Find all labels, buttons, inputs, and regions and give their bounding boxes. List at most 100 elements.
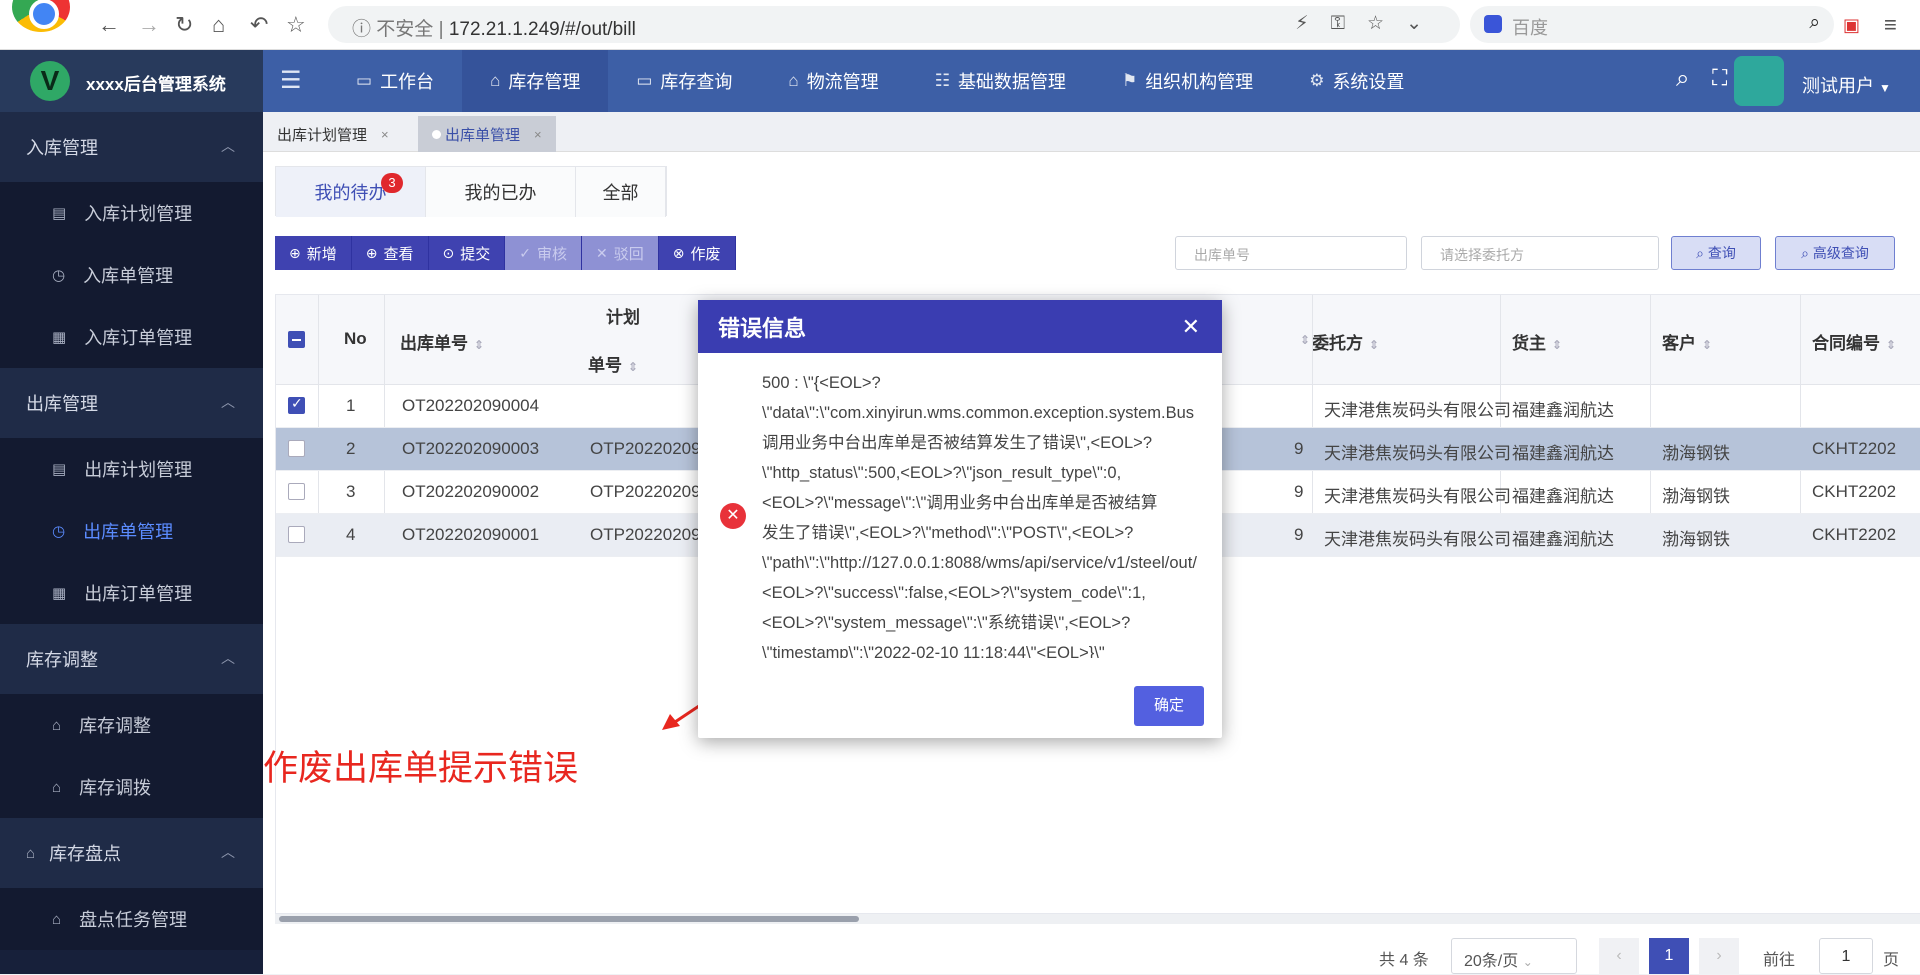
row-checkbox[interactable] [288,526,305,543]
row-checkbox[interactable] [288,483,305,500]
header-owner[interactable]: 货主 ⇕ [1512,329,1562,354]
browser-menu-icon[interactable]: ≡ [1884,13,1897,37]
page-number-current[interactable]: 1 [1649,938,1689,974]
header-bill-no[interactable]: 出库单号 ⇕ [400,329,484,354]
row-checkbox[interactable] [288,395,305,414]
search-icon: ⌕ [1696,244,1704,261]
header-contract[interactable]: 合同编号 ⇕ [1812,329,1896,354]
zoom-icon: ⊕ [365,244,378,261]
back-icon[interactable]: ← [98,13,120,37]
tab-outbound-plan[interactable]: 出库计划管理 × [263,116,403,152]
fullscreen-icon[interactable]: ⛶ [1712,65,1727,91]
nav-item-workbench[interactable]: ▭ 工作台 [328,50,462,112]
advanced-query-button[interactable]: ⌕ 高级查询 [1775,236,1895,270]
address-text: ⓘ 不安全 | 172.21.1.249/#/out/bill [352,19,636,40]
header-customer[interactable]: 客户 ⇕ [1662,329,1712,354]
sidebar-item-inbound-bill[interactable]: ◷ 入库单管理 [0,244,263,306]
star-icon[interactable]: ☆ [1367,13,1406,34]
user-name[interactable]: 测试用户 ▼ [1802,72,1891,98]
key-icon[interactable]: ⚿ [1331,13,1367,34]
menu-toggle-icon[interactable]: ☰ [280,66,302,95]
bill-no-input[interactable]: 出库单号 [1175,236,1407,270]
search-icon[interactable]: ⌕ [1676,65,1689,93]
url-text: 172.21.1.249/#/out/bill [448,19,636,40]
search-icon[interactable]: ⌕ [1809,12,1820,34]
sidebar-group-adjust[interactable]: 库存调整 ︿ [0,624,263,694]
security-label: 不安全 [376,19,434,40]
header-no: No [344,329,367,348]
app-logo-icon: V [30,61,70,101]
tab-all[interactable]: 全部 [576,167,666,217]
nav-item-inventory-query[interactable]: ▭ 库存查询 [608,50,760,112]
sidebar-item-inbound-order[interactable]: ▦ 入库订单管理 [0,306,263,368]
close-icon[interactable]: × [381,127,389,142]
confirm-button[interactable]: 确定 [1134,686,1204,726]
cell-owner: 福建鑫润航达 [1512,444,1614,463]
sidebar-group-outbound[interactable]: 出库管理 ︿ [0,368,263,438]
address-bar[interactable]: ⓘ 不安全 | 172.21.1.249/#/out/bill ⚡⚿☆⌄ [328,6,1460,43]
item-label: 出库计划管理 [84,460,193,480]
horizontal-scrollbar[interactable] [275,914,1920,924]
goto-page-input[interactable]: 1 [1819,938,1873,974]
pdf-icon[interactable]: ▣ [1843,13,1860,37]
sidebar-item-outbound-order[interactable]: ▦ 出库订单管理 [0,562,263,624]
bookmark-star-icon[interactable]: ☆ [286,13,306,37]
nav-item-basic-data[interactable]: ☷ 基础数据管理 [907,50,1094,112]
header-label: 货主 [1512,334,1546,353]
sidebar-group-inbound[interactable]: 入库管理 ︿ [0,112,263,182]
group-label: 库存调整 [26,650,98,670]
forward-icon[interactable]: → [138,13,160,37]
void-button[interactable]: ⊗ 作废 [658,236,736,270]
caret-down-icon: ▼ [1879,81,1891,95]
sidebar-item-outbound-bill[interactable]: ◷ 出库单管理 [0,500,263,562]
sidebar-item-stocktake-task[interactable]: ⌂ 盘点任务管理 [0,888,263,950]
header-plan-no[interactable]: 单号 ⇕ [588,351,638,376]
close-icon[interactable]: ✕ [1182,314,1200,340]
user-name-text: 测试用户 [1802,76,1874,96]
reload-icon[interactable]: ↻ [175,13,193,37]
submit-button[interactable]: ⊙ 提交 [428,236,506,270]
browser-search-box[interactable]: 百度 ⌕ [1470,6,1834,43]
dropdown-icon[interactable]: ⌄ [1406,13,1444,34]
top-navigation: V xxxx后台管理系统 ☰ ▭ 工作台 ⌂ 库存管理 ▭ 库存查询 ⌂ 物流管理 ☷ 基… [0,50,1920,112]
flash-icon[interactable]: ⚡ [1295,13,1330,34]
header-consignor[interactable]: 委托方 ⇕ [1312,329,1379,354]
view-button[interactable]: ⊕ 查看 [351,236,429,270]
nav-label: 工作台 [380,72,435,92]
next-page-button[interactable]: › [1699,938,1739,974]
sidebar-item-inbound-plan[interactable]: ▤ 入库计划管理 [0,182,263,244]
prev-page-button[interactable]: ‹ [1599,938,1639,974]
close-icon[interactable]: × [534,127,542,142]
tab-my-todo[interactable]: 我的待办 3 [276,167,426,217]
nav-label: 基础数据管理 [957,72,1066,92]
row-checkbox[interactable] [288,440,305,457]
consignor-select[interactable]: 请选择委托方 [1421,236,1659,270]
cell-bill-no: OT202202090004 [402,396,540,415]
tab-my-done[interactable]: 我的已办 [426,167,576,217]
query-button[interactable]: ⌕ 查询 [1671,236,1761,270]
header-label: 客户 [1662,334,1696,353]
sidebar-item-transfer[interactable]: ⌂ 库存调拨 [0,756,263,818]
screen-icon: ▭ [636,71,653,90]
sidebar-group-stocktake[interactable]: ⌂ 库存盘点 ︿ [0,818,263,888]
scrollbar-thumb[interactable] [279,916,859,922]
avatar[interactable] [1734,56,1784,106]
sidebar-item-adjust[interactable]: ⌂ 库存调整 [0,694,263,756]
home-icon[interactable]: ⌂ [212,13,225,37]
undo-icon[interactable]: ↶ [250,13,268,37]
nav-item-settings[interactable]: ⚙ 系统设置 [1281,50,1432,112]
nav-item-logistics[interactable]: ⌂ 物流管理 [760,50,906,112]
add-button[interactable]: ⊕ 新增 [275,236,352,270]
audit-button[interactable]: ✓ 审核 [505,236,582,270]
page-size-select[interactable]: 20条/页 ⌄ [1451,938,1577,974]
tab-outbound-bill[interactable]: 出库单管理 × [418,116,556,152]
item-label: 出库订单管理 [84,584,193,604]
nav-item-organization[interactable]: ⚑ 组织机构管理 [1094,50,1281,112]
header-sort-mid[interactable]: ⇕ [1294,329,1310,349]
sidebar-item-outbound-plan[interactable]: ▤ 出库计划管理 [0,438,263,500]
nav-item-inventory[interactable]: ⌂ 库存管理 [462,50,609,112]
select-all-checkbox[interactable] [288,331,305,348]
cell-customer: 渤海钢铁 [1662,487,1730,506]
reject-button[interactable]: ✕ 驳回 [582,236,659,270]
cell-no: 1 [346,396,356,415]
